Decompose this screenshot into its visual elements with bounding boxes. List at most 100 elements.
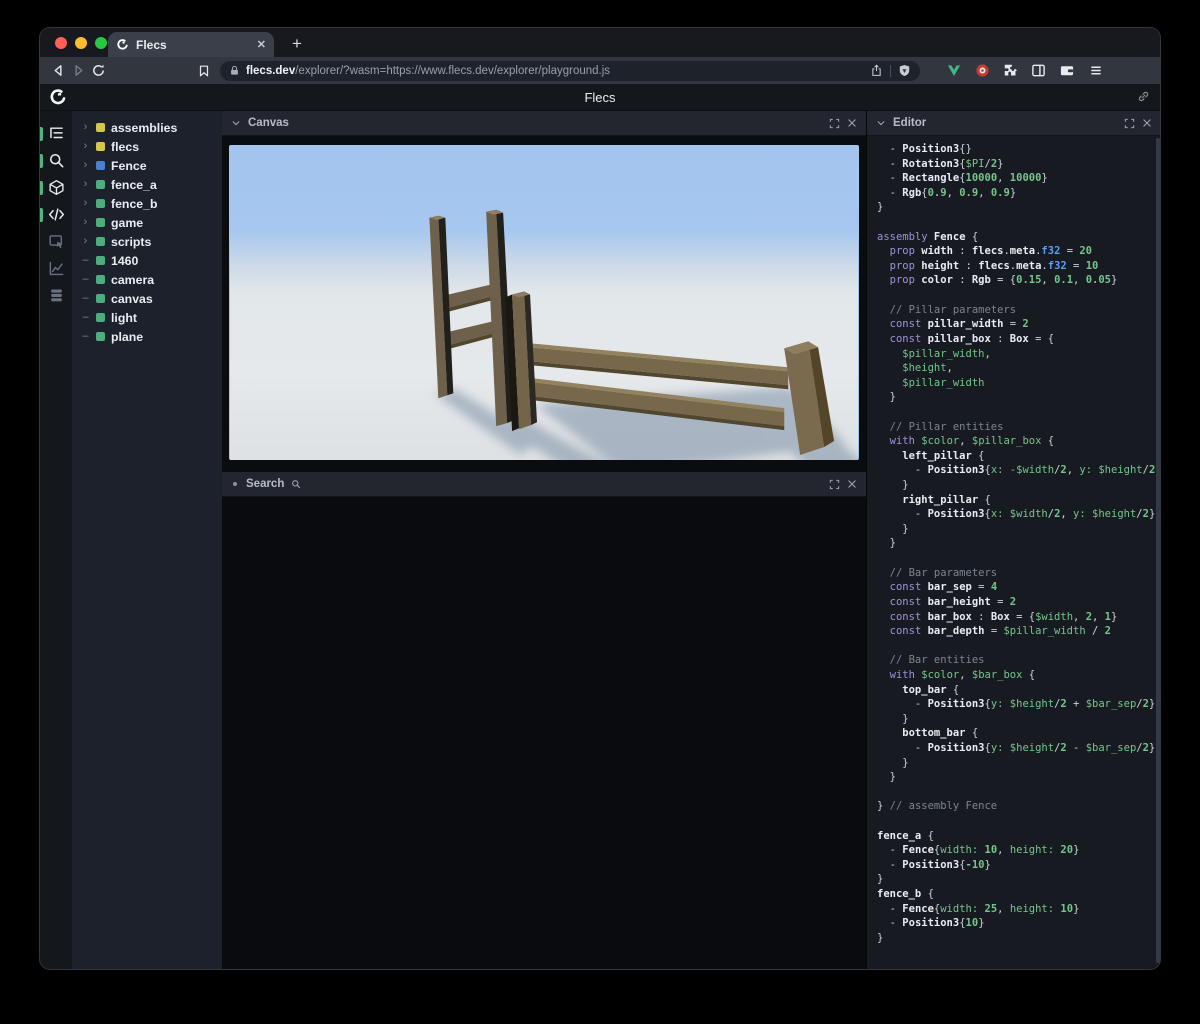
tree-expand-icon[interactable]: – xyxy=(81,274,90,285)
url-domain: flecs.dev xyxy=(246,64,296,77)
tree-item[interactable]: › scripts xyxy=(72,232,222,251)
tree-item[interactable]: › fence_a xyxy=(72,175,222,194)
close-panel-icon[interactable] xyxy=(1142,118,1152,128)
entity-color-square xyxy=(96,218,105,227)
chevron-down-icon[interactable] xyxy=(876,118,886,128)
app-content: › assemblies › flecs › Fence › fence_a ›… xyxy=(40,111,1160,969)
extensions-puzzle-icon[interactable] xyxy=(1003,63,1018,78)
tree-expand-icon[interactable]: › xyxy=(81,141,90,152)
tree-expand-icon[interactable]: – xyxy=(81,331,90,342)
url-text: flecs.dev/explorer/?wasm=https://www.fle… xyxy=(246,65,610,77)
browser-window: Flecs ✕ + flecs.dev/explorer/?wasm=https… xyxy=(39,27,1161,970)
tree-item[interactable]: – canvas xyxy=(72,289,222,308)
tree-expand-icon[interactable]: – xyxy=(81,293,90,304)
forward-button[interactable] xyxy=(68,61,88,81)
tree-item[interactable]: › flecs xyxy=(72,137,222,156)
editor-panel-title: Editor xyxy=(893,117,927,129)
tree-expand-icon[interactable]: › xyxy=(81,122,90,133)
tree-item[interactable]: – camera xyxy=(72,270,222,289)
tree-item[interactable]: – 1460 xyxy=(72,251,222,270)
browser-tab[interactable]: Flecs ✕ xyxy=(108,32,274,57)
tab-title: Flecs xyxy=(136,37,167,52)
entity-color-square xyxy=(96,161,105,170)
code-tool-icon[interactable] xyxy=(40,201,72,228)
bookmark-icon[interactable] xyxy=(194,61,214,81)
app-header: Flecs xyxy=(40,84,1160,111)
entity-color-square xyxy=(96,142,105,151)
editor-panel-header: Editor xyxy=(867,111,1160,136)
extension-icons xyxy=(946,63,1075,78)
tree-item-label: plane xyxy=(111,329,144,344)
queries-stack-tool-icon[interactable] xyxy=(40,282,72,309)
fullscreen-icon[interactable] xyxy=(1124,118,1135,129)
tree-item-label: game xyxy=(111,215,144,230)
tree-expand-icon[interactable]: › xyxy=(81,236,90,247)
search-tool-icon[interactable] xyxy=(40,147,72,174)
tree-item[interactable]: › Fence xyxy=(72,156,222,175)
tree-item[interactable]: › game xyxy=(72,213,222,232)
vue-devtools-extension-icon[interactable] xyxy=(946,63,962,78)
tree-expand-icon[interactable]: – xyxy=(81,255,90,266)
tree-item-label: fence_b xyxy=(111,196,158,211)
brave-shield-icon[interactable] xyxy=(898,64,911,77)
tool-sidebar xyxy=(40,111,72,969)
minimize-window-button[interactable] xyxy=(75,37,87,49)
fullscreen-icon[interactable] xyxy=(829,118,840,129)
tab-favicon-flecs-logo-icon xyxy=(116,38,129,51)
tab-close-icon[interactable]: ✕ xyxy=(257,38,266,51)
share-link-icon[interactable] xyxy=(1137,90,1150,103)
tree-item-label: Fence xyxy=(111,158,147,173)
flecs-logo-icon xyxy=(49,88,67,106)
fullscreen-icon[interactable] xyxy=(829,479,840,490)
browser-toolbar: flecs.dev/explorer/?wasm=https://www.fle… xyxy=(40,57,1160,84)
tree-expand-icon[interactable]: › xyxy=(81,179,90,190)
inspect-tool-icon[interactable] xyxy=(40,228,72,255)
tree-item[interactable]: › fence_b xyxy=(72,194,222,213)
address-bar[interactable]: flecs.dev/explorer/?wasm=https://www.fle… xyxy=(220,60,920,81)
3d-viewport[interactable] xyxy=(229,145,859,460)
search-panel-body[interactable] xyxy=(222,497,866,969)
close-panel-icon[interactable] xyxy=(847,118,857,128)
collapsed-indicator-icon[interactable] xyxy=(233,482,237,486)
entity-color-square xyxy=(96,256,105,265)
close-window-button[interactable] xyxy=(55,37,67,49)
tree-item-label: 1460 xyxy=(111,253,139,268)
tree-expand-icon[interactable]: › xyxy=(81,217,90,228)
entity-color-square xyxy=(96,123,105,132)
code-editor-body[interactable]: - Position3{} - Rotation3{$PI/2} - Recta… xyxy=(867,136,1160,969)
close-panel-icon[interactable] xyxy=(847,479,857,489)
tree-expand-icon[interactable]: › xyxy=(81,198,90,209)
share-icon[interactable] xyxy=(870,64,883,77)
browser-menu-icon[interactable] xyxy=(1089,64,1103,77)
search-panel-title: Search xyxy=(246,478,285,490)
zoom-window-button[interactable] xyxy=(95,37,107,49)
tree-expand-icon[interactable]: › xyxy=(81,160,90,171)
entity-color-square xyxy=(96,237,105,246)
search-panel-header: Search xyxy=(222,472,866,497)
chevron-down-icon[interactable] xyxy=(231,118,241,128)
entity-tree: › assemblies › flecs › Fence › fence_a ›… xyxy=(72,111,222,969)
tree-view-tool-icon[interactable] xyxy=(40,120,72,147)
red-extension-icon[interactable] xyxy=(975,63,990,78)
entity-color-square xyxy=(96,199,105,208)
tree-item[interactable]: – plane xyxy=(72,327,222,346)
entity-color-square xyxy=(96,313,105,322)
sidebar-toggle-icon[interactable] xyxy=(1031,63,1046,78)
tree-item[interactable]: – light xyxy=(72,308,222,327)
reload-button[interactable] xyxy=(88,61,108,81)
url-path: /explorer/?wasm=https://www.flecs.dev/ex… xyxy=(295,64,611,77)
fence-3d-scene xyxy=(229,145,859,460)
lock-icon xyxy=(229,65,240,76)
new-tab-button[interactable]: + xyxy=(286,33,308,55)
tree-expand-icon[interactable]: – xyxy=(81,312,90,323)
entities-cube-tool-icon[interactable] xyxy=(40,174,72,201)
tree-item[interactable]: › assemblies xyxy=(72,118,222,137)
back-button[interactable] xyxy=(48,61,68,81)
code-area[interactable]: - Position3{} - Rotation3{$PI/2} - Recta… xyxy=(867,136,1160,946)
entity-color-square xyxy=(96,332,105,341)
entity-color-square xyxy=(96,294,105,303)
tree-item-label: camera xyxy=(111,272,155,287)
wallet-icon[interactable] xyxy=(1059,63,1075,78)
stats-chart-tool-icon[interactable] xyxy=(40,255,72,282)
editor-scrollbar[interactable] xyxy=(1156,138,1160,963)
